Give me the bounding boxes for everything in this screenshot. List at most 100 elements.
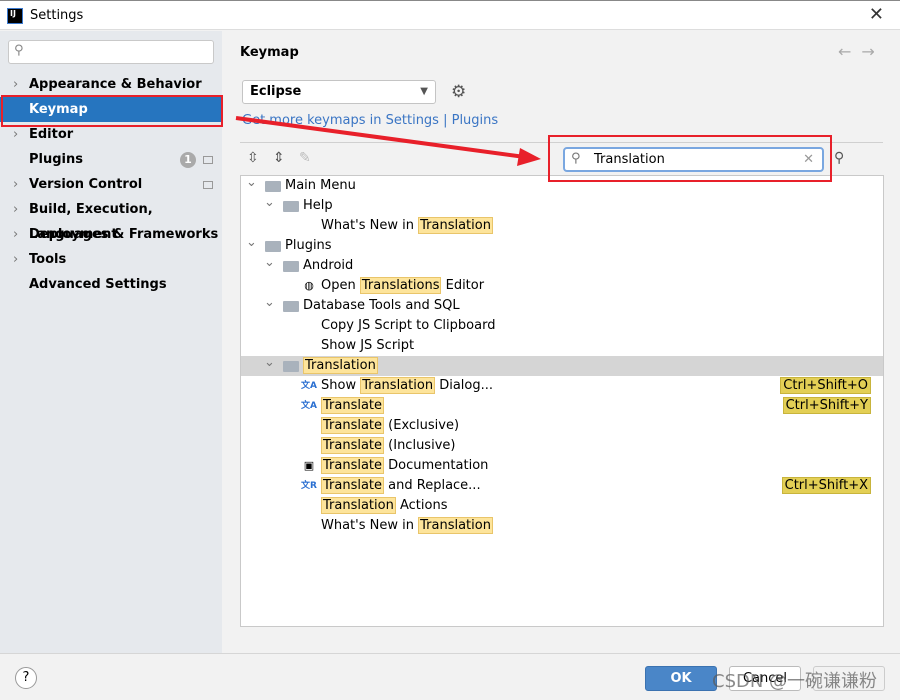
project-level-icon: [203, 156, 213, 164]
tree-row[interactable]: ⌄ Database Tools and SQL: [241, 293, 883, 316]
tree-row[interactable]: ⌄ Android: [241, 253, 883, 276]
find-shortcut-icon[interactable]: ⚲: [834, 150, 844, 166]
intellij-logo-icon: IJ: [7, 8, 23, 24]
tree-row-label: Translate (Exclusive): [321, 416, 459, 436]
search-match: Translate: [321, 477, 385, 494]
help-button[interactable]: ?: [15, 667, 37, 689]
keymap-search-input[interactable]: ⚲ Translation ✕: [563, 147, 824, 172]
label-text: Main Menu: [285, 178, 356, 193]
sidebar-item-label: Version Control: [29, 177, 143, 192]
chevron-down-icon[interactable]: ⌄: [264, 193, 275, 213]
tree-row-label: Plugins: [285, 236, 332, 256]
search-icon: ⚲: [14, 43, 24, 58]
tree-row[interactable]: Translate (Inclusive): [241, 436, 883, 456]
sidebar-item-plugins[interactable]: Plugins 1: [0, 147, 222, 172]
chevron-right-icon: ›: [13, 202, 19, 217]
label-text: Copy JS Script to Clipboard: [321, 318, 496, 333]
tree-row-label: Translation Actions: [321, 496, 447, 516]
sidebar-item-keymap[interactable]: Keymap: [0, 97, 222, 122]
tree-row[interactable]: 文R Translate and Replace... Ctrl+Shift+X: [241, 476, 883, 496]
forward-arrow-icon[interactable]: →: [861, 42, 884, 61]
keymap-select[interactable]: Eclipse ▼: [242, 80, 436, 104]
nav-arrows[interactable]: ←→: [838, 42, 885, 61]
chevron-down-icon: ▼: [420, 86, 428, 97]
gear-icon[interactable]: ⚙: [451, 82, 466, 102]
sidebar-item-languages-frameworks[interactable]: › Languages & Frameworks: [0, 222, 222, 247]
tree-row-label: What's New in Translation: [321, 516, 493, 536]
search-match: Translation: [360, 377, 436, 394]
label-text: (Exclusive): [384, 418, 460, 433]
main-menu-icon: [265, 181, 281, 192]
tree-row[interactable]: What's New in Translation: [241, 516, 883, 536]
tree-row-label: What's New in Translation: [321, 216, 493, 236]
chevron-right-icon: ›: [13, 227, 19, 242]
search-match: Translate: [321, 457, 385, 474]
tree-row[interactable]: 文A Show Translation Dialog... Ctrl+Shift+O: [241, 376, 883, 396]
chevron-down-icon[interactable]: ⌄: [264, 353, 275, 373]
search-match: Translate: [321, 417, 385, 434]
label-text: What's New in: [321, 518, 419, 533]
settings-search-input[interactable]: ⚲: [8, 40, 214, 64]
tree-row[interactable]: ◍ Open Translations Editor: [241, 276, 883, 296]
clear-icon[interactable]: ✕: [803, 152, 814, 167]
tree-row[interactable]: Translate (Exclusive): [241, 416, 883, 436]
chevron-down-icon[interactable]: ⌄: [264, 253, 275, 273]
tree-row[interactable]: Translation Actions: [241, 496, 883, 516]
label-text: Database Tools and SQL: [303, 298, 460, 313]
page-title: Keymap: [240, 45, 299, 60]
sidebar-item-editor[interactable]: › Editor: [0, 122, 222, 147]
sidebar-item-tools[interactable]: › Tools: [0, 247, 222, 272]
translate-icon: 文A: [301, 381, 317, 391]
label-text: Android: [303, 258, 354, 273]
back-arrow-icon[interactable]: ←: [838, 42, 861, 61]
label-text: and Replace...: [384, 478, 481, 493]
close-icon[interactable]: ✕: [869, 4, 884, 25]
chevron-right-icon: ›: [13, 252, 19, 267]
folder-icon: [283, 361, 299, 372]
search-icon: ⚲: [571, 151, 581, 166]
sidebar-item-advanced-settings[interactable]: Advanced Settings: [0, 272, 222, 297]
tree-row[interactable]: 文A Translate Ctrl+Shift+Y: [241, 396, 883, 416]
tree-row-label: Translation: [303, 356, 378, 376]
search-match: Translation: [418, 517, 493, 534]
divider: [240, 142, 883, 143]
tree-row[interactable]: ⌄ Help: [241, 193, 883, 216]
sidebar-item-build-execution-deployment[interactable]: › Build, Execution, Deployment: [0, 197, 222, 242]
sidebar-item-version-control[interactable]: › Version Control: [0, 172, 222, 197]
chevron-down-icon[interactable]: ⌄: [246, 173, 257, 193]
tree-row[interactable]: Copy JS Script to Clipboard: [241, 316, 883, 336]
collapse-all-icon[interactable]: ⇕: [273, 150, 285, 166]
folder-icon: [283, 261, 299, 272]
chevron-down-icon[interactable]: ⌄: [264, 293, 275, 313]
label-text: (Inclusive): [384, 438, 456, 453]
shortcut-badge: Ctrl+Shift+O: [780, 377, 871, 394]
search-value: Translation: [594, 152, 665, 167]
tree-row[interactable]: ▣ Translate Documentation: [241, 456, 883, 476]
chevron-down-icon[interactable]: ⌄: [246, 233, 257, 253]
tree-row[interactable]: What's New in Translation: [241, 216, 883, 236]
expand-all-icon[interactable]: ⇳: [247, 150, 259, 166]
sidebar-item-label: Editor: [29, 127, 74, 142]
tree-row-label: Translate Documentation: [321, 456, 488, 476]
label-text: Open: [321, 278, 360, 293]
ok-button[interactable]: OK: [645, 666, 717, 691]
tree-row[interactable]: ⌄ Plugins: [241, 233, 883, 256]
update-badge: 1: [180, 152, 196, 168]
shortcut-badge: Ctrl+Shift+Y: [782, 397, 871, 414]
translate-icon: 文A: [301, 401, 317, 411]
tree-row[interactable]: ⌄ Main Menu: [241, 173, 883, 196]
label-text: Show: [321, 378, 361, 393]
keymap-select-value: Eclipse: [250, 84, 302, 99]
tree-row[interactable]: ⌄ Translation: [241, 353, 883, 376]
sidebar-item-appearance-behavior[interactable]: › Appearance & Behavior: [0, 72, 222, 97]
tree-row-label: Help: [303, 196, 333, 216]
folder-icon: [283, 201, 299, 212]
tree-row[interactable]: Show JS Script: [241, 336, 883, 356]
tree-row-label: Main Menu: [285, 176, 356, 196]
edit-icon[interactable]: ✎: [299, 150, 311, 166]
sidebar-item-label: Keymap: [29, 102, 88, 117]
label-text: Editor: [441, 278, 485, 293]
sidebar-item-label: Advanced Settings: [29, 277, 167, 292]
chevron-right-icon: ›: [13, 77, 19, 92]
get-more-keymaps-link[interactable]: Get more keymaps in Settings | Plugins: [242, 113, 498, 128]
